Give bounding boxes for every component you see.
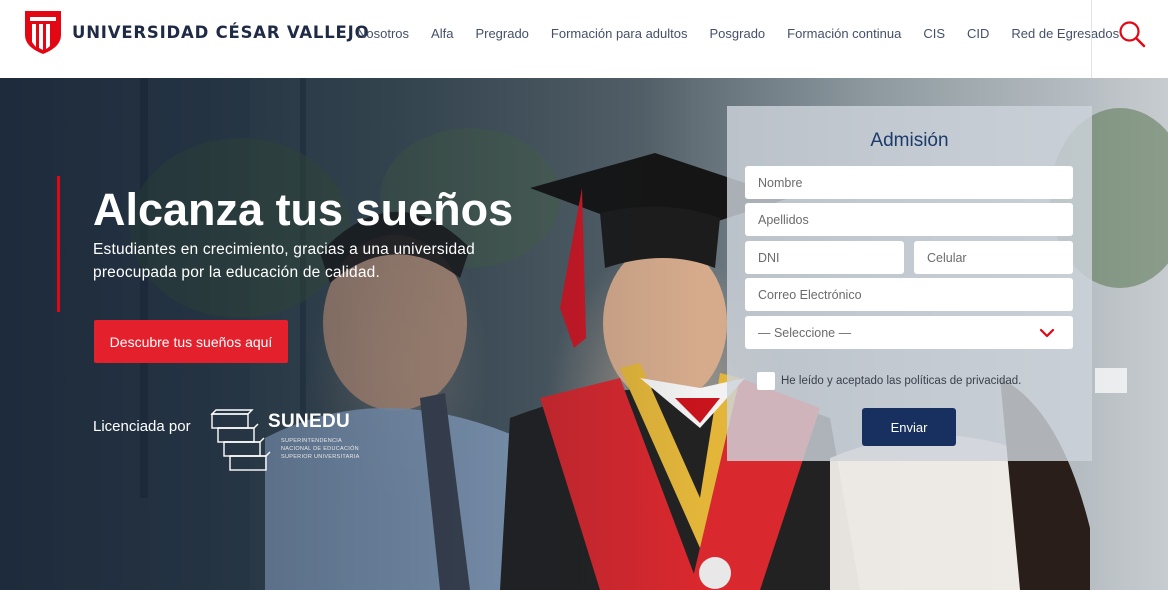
nav-formacion-continua[interactable]: Formación continua [787, 26, 901, 41]
hero-subtitle: Estudiantes en crecimiento, gracias a un… [93, 241, 475, 281]
nav-nosotros[interactable]: Nosotros [357, 26, 409, 41]
main-nav: Nosotros Alfa Pregrado Formación para ad… [346, 0, 1130, 66]
search-icon[interactable] [1117, 19, 1147, 49]
site-header: UNIVERSIDAD CÉSAR VALLEJO Nosotros Alfa … [0, 0, 1168, 78]
ucv-shield-logo [25, 11, 61, 54]
email-field[interactable] [745, 278, 1073, 311]
nav-cis[interactable]: CIS [923, 26, 945, 41]
licensed-by-label: Licenciada por [93, 418, 191, 435]
nav-pregrado[interactable]: Pregrado [475, 26, 528, 41]
hero-title: Alcanza tus sueños [93, 184, 514, 235]
program-select-value: — Seleccione — [758, 326, 852, 340]
submit-button[interactable]: Enviar [862, 408, 956, 446]
dni-field[interactable] [745, 241, 904, 274]
name-field[interactable] [745, 166, 1073, 199]
nav-alfa[interactable]: Alfa [431, 26, 453, 41]
nav-red-egresados[interactable]: Red de Egresados [1011, 26, 1119, 41]
nav-formacion-adultos[interactable]: Formación para adultos [551, 26, 688, 41]
sunedu-subtext: SUPERINTENDENCIA NACIONAL DE EDUCACIÓN S… [281, 438, 360, 460]
brand-name: UNIVERSIDAD CÉSAR VALLEJO [72, 22, 370, 42]
header-divider [1091, 0, 1092, 78]
discover-dreams-button[interactable]: Descubre tus sueños aquí [94, 320, 288, 363]
program-select[interactable]: — Seleccione — [745, 316, 1073, 349]
lastname-field[interactable] [745, 203, 1073, 236]
chevron-down-icon [1039, 328, 1055, 338]
nav-posgrado[interactable]: Posgrado [710, 26, 766, 41]
brand-logo[interactable]: UNIVERSIDAD CÉSAR VALLEJO [23, 9, 369, 55]
privacy-checkbox[interactable] [757, 372, 775, 390]
form-title: Admisión [870, 130, 949, 151]
nav-cid[interactable]: CID [967, 26, 989, 41]
sunedu-name: SUNEDU [268, 411, 351, 432]
hero-accent-bar [57, 176, 60, 312]
admission-form: Admisión — Seleccione — He leído y acept… [727, 106, 1092, 461]
phone-field[interactable] [914, 241, 1073, 274]
hero-banner: Alcanza tus sueños Estudiantes en crecim… [0, 78, 1168, 590]
privacy-consent-label: He leído y aceptado las políticas de pri… [781, 375, 1022, 387]
